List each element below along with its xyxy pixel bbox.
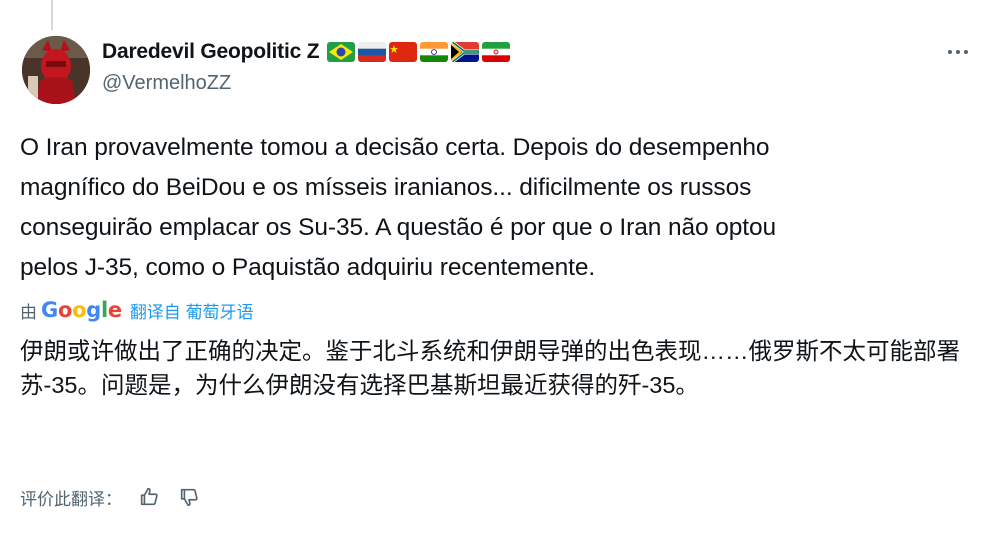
thumbs-down-icon	[180, 488, 198, 507]
translated-from-link[interactable]: 翻译自 葡萄牙语	[130, 298, 254, 323]
user-handle[interactable]: @VermelhoZZ	[102, 72, 922, 95]
thumbs-down-button[interactable]	[176, 484, 202, 510]
south-africa-flag-icon	[451, 42, 480, 62]
translated-by-label: 由	[20, 302, 37, 322]
more-dot-icon	[956, 50, 960, 54]
translated-text: 伊朗或许做出了正确的决定。鉴于北斗系统和伊朗导弹的出色表现……俄罗斯不太可能部署…	[20, 338, 960, 398]
display-name[interactable]: Daredevil Geopolitic Z	[102, 40, 320, 64]
google-logo: Google	[41, 298, 122, 322]
flag-emojis	[327, 42, 511, 62]
avatar[interactable]	[22, 36, 90, 104]
rate-translation: 评价此翻译：	[20, 482, 216, 512]
post-header: Daredevil Geopolitic Z @VermelhoZZ	[102, 38, 922, 95]
rate-translation-label: 评价此翻译：	[20, 489, 122, 509]
iran-flag-icon	[482, 42, 511, 62]
avatar-image	[22, 36, 90, 104]
thumbs-up-icon	[140, 487, 158, 506]
post-text: O Iran provavelmente tomou a decisão cer…	[20, 134, 777, 281]
thumbs-up-button[interactable]	[136, 484, 162, 510]
more-dot-icon	[948, 50, 952, 54]
india-flag-icon	[420, 42, 449, 62]
thread-line	[51, 0, 53, 30]
translation-attribution: 由 Google 翻译自 葡萄牙语	[20, 296, 254, 324]
china-flag-icon	[389, 42, 418, 62]
brazil-flag-icon	[327, 42, 356, 62]
tweet: Daredevil Geopolitic Z @VermelhoZZ O Ira…	[0, 0, 1002, 545]
more-dot-icon	[964, 50, 968, 54]
russia-flag-icon	[358, 42, 387, 62]
name-row: Daredevil Geopolitic Z	[102, 38, 922, 66]
more-options-button[interactable]	[942, 40, 974, 64]
